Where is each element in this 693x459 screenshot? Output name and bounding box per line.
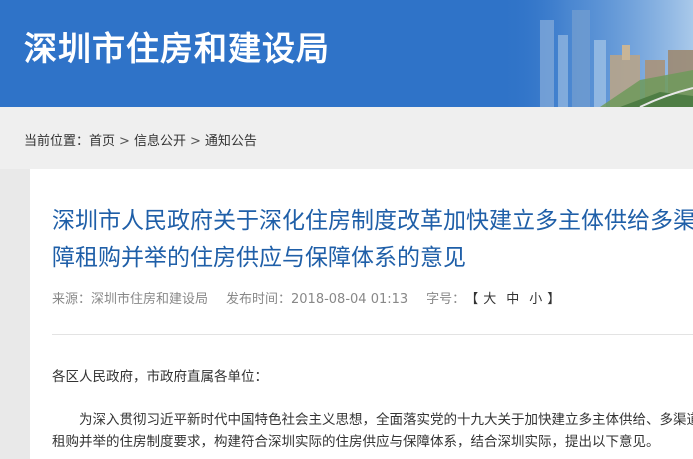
breadcrumb-separator: > xyxy=(189,134,201,149)
bracket-close: 】 xyxy=(547,292,561,307)
font-size-label: 字号： xyxy=(426,292,466,307)
font-size-medium-button[interactable]: 中 xyxy=(501,288,524,307)
breadcrumb-prefix: 当前位置： xyxy=(24,134,90,149)
article-paragraph: 为深入贯彻习近平新时代中国特色社会主义思想，全面落实党的十九大关于加快建立多主体… xyxy=(52,412,693,450)
site-header: 深圳市住房和建设局 xyxy=(0,0,693,107)
site-title[interactable]: 深圳市住房和建设局 xyxy=(24,22,330,70)
breadcrumb-home-link[interactable]: 首页 xyxy=(89,130,115,149)
article-panel: 深圳市人民政府关于深化住房制度改革加快建立多主体供给多渠道保障租购并举的住房供应… xyxy=(30,169,693,459)
breadcrumb-separator: > xyxy=(119,134,130,149)
article-meta: 来源：深圳市住房和建设局 发布时间：2018-08-04 01:13 字号：【大中小… xyxy=(52,288,560,307)
article-title: 深圳市人民政府关于深化住房制度改革加快建立多主体供给多渠道保障租购并举的住房供应… xyxy=(52,208,693,271)
meta-divider xyxy=(52,334,693,335)
breadcrumb: 当前位置：首页 > 信息公开 > 通知公告 xyxy=(0,107,693,169)
article-salutation: 各区人民政府，市政府直属各单位： xyxy=(52,369,268,385)
breadcrumb-notices-link[interactable]: 通知公告 xyxy=(205,130,257,149)
article-publish-time: 发布时间：2018-08-04 01:13 xyxy=(226,292,409,307)
font-size-large-button[interactable]: 大 xyxy=(478,288,501,307)
font-size-small-button[interactable]: 小 xyxy=(524,288,547,307)
article-source: 来源：深圳市住房和建设局 xyxy=(52,292,209,307)
bracket-open: 【 xyxy=(465,292,479,307)
breadcrumb-info-public-link[interactable]: 信息公开 xyxy=(134,130,186,149)
